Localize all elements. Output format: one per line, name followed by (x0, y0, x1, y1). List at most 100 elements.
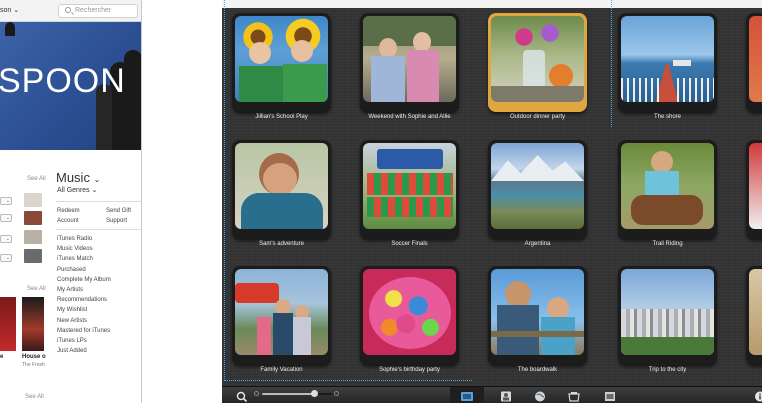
event-tile[interactable]: The shore (618, 13, 717, 123)
band-member-figure (5, 22, 15, 36)
event-tile[interactable]: Jillian's School Play (232, 13, 331, 123)
album-thumbnail[interactable] (24, 193, 42, 207)
list-item[interactable]: iTunes Match (57, 254, 111, 264)
divider (56, 229, 141, 230)
event-key-photo (363, 143, 456, 229)
list-item[interactable]: Just Added (57, 346, 111, 356)
list-item[interactable]: iTunes Radio (57, 234, 111, 244)
support-link[interactable]: Support (106, 216, 127, 226)
list-item[interactable]: Mastered for iTunes (57, 326, 111, 336)
event-tile[interactable]: Sophie's birthday party (360, 266, 459, 376)
album-thumbnail[interactable] (24, 249, 42, 263)
chart-position-box[interactable]: ⌄ (0, 197, 12, 205)
selection-guide (224, 0, 225, 381)
event-key-photo (621, 16, 714, 102)
bottom-toolbar (222, 386, 762, 403)
see-all-link[interactable]: See All (25, 394, 44, 400)
band-member-figure (124, 50, 141, 150)
album-cover[interactable] (0, 297, 16, 351)
iphoto-window: Jillian's School Play Weekend with Sophi… (222, 0, 762, 403)
music-quick-links: iTunes Radio Music Videos iTunes Match P… (57, 234, 111, 356)
banner-title: SPOON (0, 62, 126, 100)
divider (56, 201, 141, 202)
list-item[interactable]: New Artists (57, 316, 111, 326)
event-title: Outdoor dinner party (509, 114, 566, 120)
event-title: Sam's adventure (259, 241, 304, 247)
quick-links: Redeem Send Gift Account Support (57, 206, 141, 226)
event-key-photo (491, 143, 584, 229)
event-title: Family Vacation (260, 367, 303, 373)
redeem-link[interactable]: Redeem (57, 208, 80, 214)
event-key-photo (491, 269, 584, 355)
event-key-photo (363, 269, 456, 355)
event-tile[interactable]: Outdoor dinner party (488, 13, 587, 123)
album-title[interactable]: e (0, 354, 3, 360)
music-heading[interactable]: Music ⌄ (56, 170, 100, 185)
event-title: Jillian's School Play (255, 114, 308, 120)
events-icon[interactable] (460, 389, 473, 401)
zoom-slider-knob[interactable] (311, 390, 318, 397)
event-title: The boardwalk (517, 367, 558, 373)
search-icon[interactable] (236, 389, 248, 403)
event-title: Argentina (524, 241, 551, 247)
projects-icon[interactable] (568, 389, 580, 402)
chart-position-box[interactable]: ⌄ (0, 254, 12, 262)
event-tile[interactable]: Family Vacation (232, 266, 331, 376)
itunes-window: son ⌄ Rechercher SPOON See All ⌄ ⌄ ⌄ ⌄ M… (0, 0, 142, 403)
album-cover[interactable] (22, 297, 44, 351)
breadcrumb[interactable]: son ⌄ (0, 6, 19, 14)
event-tile[interactable]: Sam's adventure (232, 140, 331, 250)
album-artist: The Fresh (22, 362, 45, 368)
list-item[interactable]: My Artists (57, 285, 111, 295)
event-tile[interactable]: The boardwalk (488, 266, 587, 376)
send-gift-link[interactable]: Send Gift (106, 206, 131, 216)
event-key-photo (621, 269, 714, 355)
event-title: Trail Riding (652, 241, 683, 247)
event-key-photo (235, 143, 328, 229)
account-link[interactable]: Account (57, 218, 79, 224)
list-item[interactable]: iTunes LPs (57, 336, 111, 346)
list-item[interactable]: Music Videos (57, 244, 111, 254)
list-item[interactable]: Purchased (57, 265, 111, 275)
see-all-link[interactable]: See All (27, 176, 46, 182)
search-icon (65, 7, 71, 13)
chart-position-box[interactable]: ⌄ (0, 235, 12, 243)
event-tile[interactable]: Trail Riding (618, 140, 717, 250)
album-thumbnail[interactable] (24, 211, 42, 225)
zoom-slider[interactable] (254, 390, 339, 397)
event-key-photo (749, 16, 762, 102)
albums-icon[interactable] (604, 389, 616, 401)
event-tile[interactable]: Soccer Finals (360, 140, 459, 250)
event-title: Sophie's birthday party (379, 367, 440, 373)
list-item[interactable]: My Wishlist (57, 305, 111, 315)
chart-position-box[interactable]: ⌄ (0, 214, 12, 222)
see-all-link[interactable]: See All (27, 286, 46, 292)
event-tile[interactable]: Argentina (488, 140, 587, 250)
list-item[interactable]: Complete My Album (57, 275, 111, 285)
event-tile-partial[interactable] (746, 266, 762, 376)
info-icon[interactable] (754, 389, 762, 402)
event-tile-partial[interactable] (746, 13, 762, 123)
genres-dropdown[interactable]: All Genres ⌄ (57, 186, 98, 194)
event-key-photo (235, 16, 328, 102)
event-key-photo (621, 143, 714, 229)
faces-icon[interactable] (500, 389, 512, 402)
search-input[interactable]: Rechercher (58, 4, 138, 18)
event-tile[interactable]: Weekend with Sophie and Allie (360, 13, 459, 123)
event-key-photo (363, 16, 456, 102)
selected-frame (488, 13, 587, 112)
event-key-photo (749, 269, 762, 355)
album-thumbnail[interactable] (24, 230, 42, 244)
list-item[interactable]: Recommendations (57, 295, 111, 305)
itunes-toolbar: son ⌄ Rechercher (0, 0, 141, 22)
event-key-photo (235, 269, 328, 355)
album-title[interactable]: House o (22, 354, 46, 360)
zoom-in-icon[interactable] (334, 391, 339, 396)
event-title: The shore (653, 114, 681, 120)
places-icon[interactable] (534, 389, 546, 402)
event-tile[interactable]: Trip to the city (618, 266, 717, 376)
featured-banner[interactable]: SPOON (0, 22, 141, 150)
event-key-photo (491, 16, 584, 102)
event-tile-partial[interactable] (746, 140, 762, 250)
zoom-out-icon[interactable] (254, 391, 259, 396)
